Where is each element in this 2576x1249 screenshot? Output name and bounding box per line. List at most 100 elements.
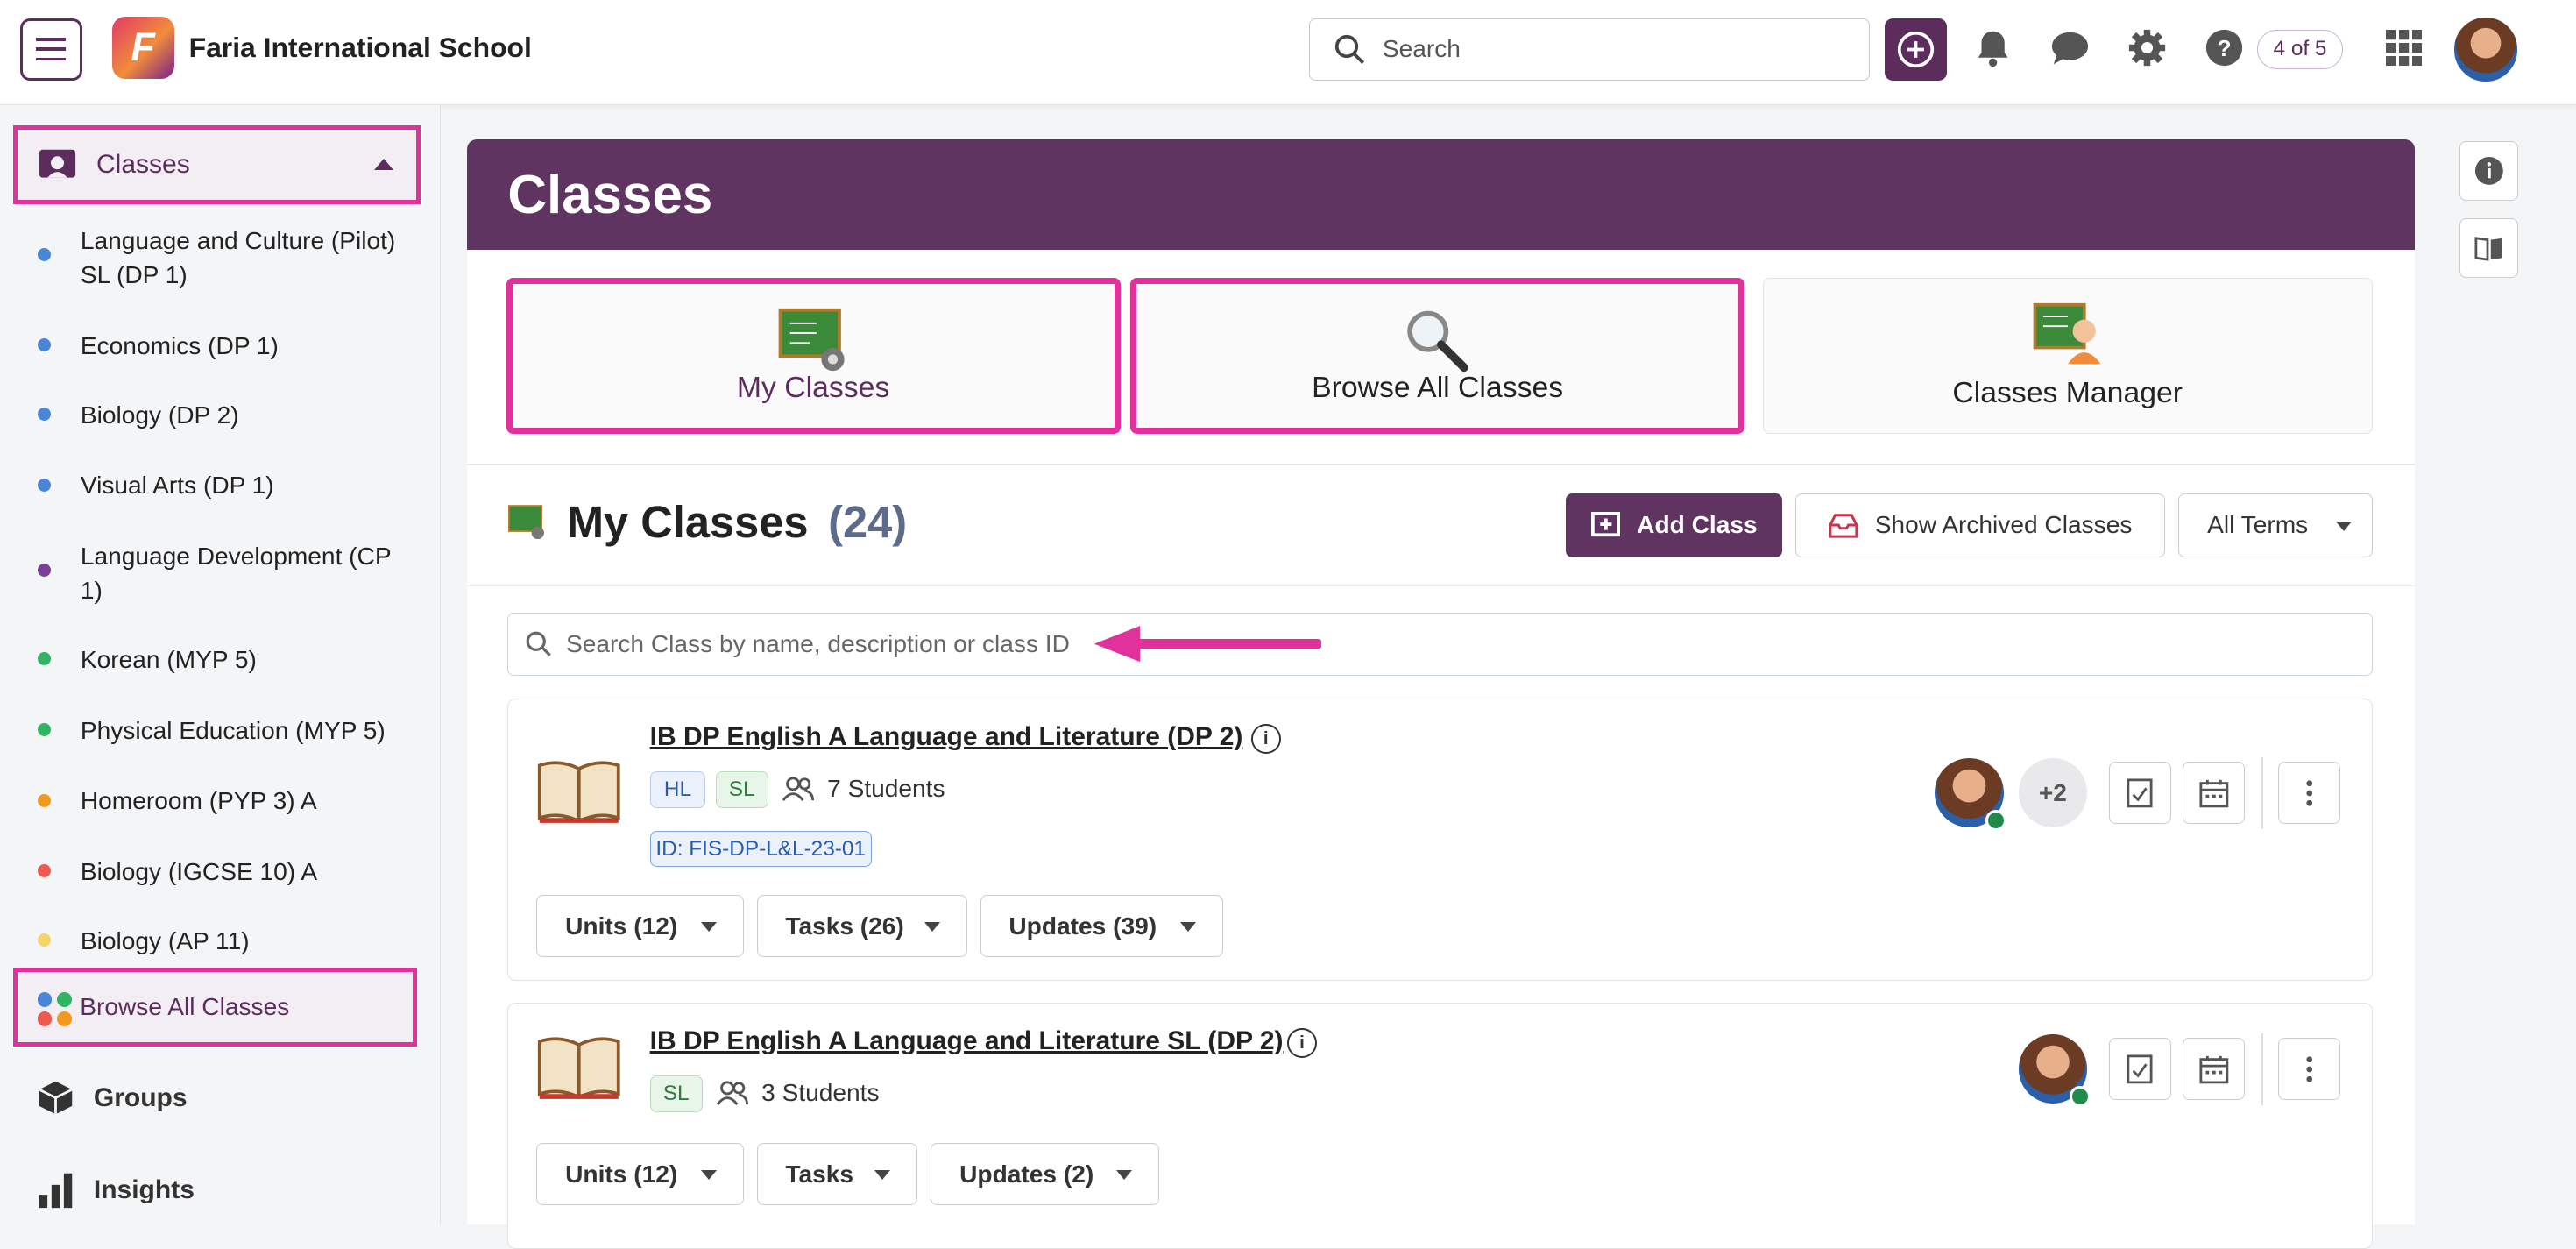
students-count: 7 Students bbox=[782, 775, 945, 803]
search-icon bbox=[526, 631, 551, 656]
terms-dropdown[interactable]: All Terms bbox=[2178, 493, 2373, 557]
sidebar-groups[interactable]: Groups bbox=[0, 1065, 428, 1131]
chat-icon[interactable] bbox=[2049, 26, 2091, 69]
units-dropdown[interactable]: Units (12) bbox=[536, 895, 744, 958]
students-label: 7 Students bbox=[827, 775, 945, 803]
caret-down-icon bbox=[874, 1170, 891, 1180]
class-color-dot bbox=[38, 723, 52, 736]
caret-down-icon bbox=[700, 1170, 717, 1180]
sidebar-class-label: Physical Education (MYP 5) bbox=[80, 716, 386, 744]
class-color-dot bbox=[38, 338, 52, 352]
checklist-icon bbox=[2127, 778, 2153, 808]
class-name-link[interactable]: IB DP English A Language and Literature … bbox=[650, 1026, 1284, 1056]
sidebar-insights[interactable]: Insights bbox=[0, 1157, 428, 1223]
classroom-board-icon bbox=[508, 505, 545, 540]
school-logo[interactable]: F bbox=[111, 16, 174, 79]
class-color-dot bbox=[38, 652, 52, 666]
classes-icon bbox=[39, 149, 75, 178]
add-class-button[interactable]: Add Class bbox=[1565, 493, 1783, 557]
updates-dropdown[interactable]: Updates (39) bbox=[980, 895, 1223, 958]
checklist-icon bbox=[2127, 1054, 2153, 1084]
menu-icon[interactable] bbox=[19, 18, 82, 81]
gradebook-button[interactable] bbox=[2108, 762, 2171, 825]
info-icon[interactable]: i bbox=[1287, 1027, 1317, 1058]
main-body: My Classes Browse All Classes Classes Ma… bbox=[466, 250, 2416, 1249]
sidebar-class-label: Language Development (CP 1) bbox=[80, 543, 392, 605]
more-teachers-badge[interactable]: +2 bbox=[2018, 758, 2088, 828]
caret-down-icon bbox=[2336, 522, 2352, 532]
tasks-label: Tasks (26) bbox=[785, 912, 904, 940]
users-icon bbox=[716, 1081, 748, 1106]
info-panel-button[interactable] bbox=[2459, 141, 2519, 201]
students-label: 3 Students bbox=[761, 1079, 880, 1106]
units-label: Units (12) bbox=[565, 1160, 678, 1188]
bar-chart-icon bbox=[39, 1173, 73, 1209]
caret-down-icon bbox=[700, 922, 717, 932]
sidebar-browse-all-classes[interactable]: Browse All Classes bbox=[13, 968, 418, 1047]
browse-all-label: Browse All Classes bbox=[80, 993, 290, 1021]
classes-manager-tile[interactable]: Classes Manager bbox=[1762, 277, 2373, 434]
sidebar-classes-header[interactable]: Classes bbox=[13, 124, 421, 204]
kebab-menu-icon bbox=[2306, 1056, 2312, 1082]
show-archived-button[interactable]: Show Archived Classes bbox=[1795, 493, 2166, 557]
divider bbox=[466, 585, 2416, 587]
book-icon bbox=[538, 1037, 620, 1099]
calendar-button[interactable] bbox=[2183, 1038, 2246, 1101]
gear-icon[interactable] bbox=[2126, 26, 2169, 69]
caret-down-icon bbox=[1180, 922, 1196, 932]
class-color-dot bbox=[38, 408, 52, 421]
divider bbox=[466, 463, 2416, 465]
my-classes-tile[interactable]: My Classes bbox=[506, 277, 1121, 434]
info-icon[interactable]: i bbox=[1250, 724, 1281, 754]
tasks-dropdown[interactable]: Tasks bbox=[756, 1143, 918, 1206]
add-class-label: Add Class bbox=[1637, 511, 1758, 539]
calendar-icon bbox=[2199, 779, 2229, 808]
more-options-button[interactable] bbox=[2277, 1038, 2340, 1101]
my-classes-tile-label: My Classes bbox=[736, 370, 890, 404]
updates-dropdown[interactable]: Updates (2) bbox=[931, 1143, 1159, 1206]
annotation-arrow-icon bbox=[1093, 626, 1321, 663]
calendar-button[interactable] bbox=[2183, 762, 2246, 825]
help-icon[interactable]: ? bbox=[2203, 26, 2246, 69]
class-name-link[interactable]: IB DP English A Language and Literature … bbox=[650, 722, 1243, 752]
sidebar-class-label: Biology (AP 11) bbox=[80, 926, 250, 954]
global-search-input[interactable]: Search bbox=[1309, 18, 1870, 81]
more-options-button[interactable] bbox=[2277, 762, 2340, 825]
create-button[interactable] bbox=[1884, 18, 1947, 81]
svg-text:?: ? bbox=[2218, 35, 2232, 61]
classes-manager-tile-label: Classes Manager bbox=[1952, 375, 2183, 409]
class-color-dot bbox=[38, 933, 52, 947]
teacher-avatar[interactable] bbox=[1934, 758, 2007, 831]
tasks-dropdown[interactable]: Tasks (26) bbox=[756, 895, 967, 958]
tasks-label: Tasks bbox=[785, 1160, 853, 1188]
apps-grid-icon[interactable] bbox=[2382, 26, 2425, 69]
class-search-input[interactable]: Search Class by name, description or cla… bbox=[507, 613, 2373, 676]
tag-hl: HL bbox=[649, 771, 706, 808]
info-icon bbox=[2474, 157, 2503, 185]
users-icon bbox=[782, 777, 814, 802]
classroom-manager-icon bbox=[2033, 303, 2101, 365]
page-counter-badge[interactable]: 4 of 5 bbox=[2257, 29, 2343, 69]
school-name[interactable]: Faria International School bbox=[189, 32, 532, 64]
units-dropdown[interactable]: Units (12) bbox=[536, 1143, 744, 1206]
sidebar-class-label: Biology (DP 2) bbox=[80, 401, 239, 429]
show-archived-label: Show Archived Classes bbox=[1874, 511, 2133, 539]
class-color-dot bbox=[38, 478, 52, 492]
browse-all-classes-tile[interactable]: Browse All Classes bbox=[1130, 277, 1745, 434]
bell-icon[interactable] bbox=[1971, 26, 2014, 69]
updates-label: Updates (39) bbox=[1008, 912, 1157, 940]
sidebar-section-label: Classes bbox=[96, 149, 190, 179]
caret-down-icon bbox=[1115, 1170, 1132, 1180]
chevron-up-icon bbox=[373, 159, 393, 171]
plus-circle-icon bbox=[1897, 31, 1934, 67]
guide-button[interactable] bbox=[2459, 218, 2519, 278]
gradebook-button[interactable] bbox=[2108, 1038, 2171, 1101]
groups-label: Groups bbox=[93, 1082, 188, 1112]
search-placeholder: Search bbox=[1382, 35, 1461, 63]
class-color-dot bbox=[38, 793, 52, 807]
sidebar-class-label: Homeroom (PYP 3) A bbox=[80, 787, 317, 815]
teacher-avatar[interactable] bbox=[2018, 1034, 2091, 1107]
top-bar: F Faria International School Search ? 4 … bbox=[0, 0, 2576, 105]
user-avatar[interactable] bbox=[2451, 14, 2521, 84]
section-title: My Classes bbox=[566, 497, 809, 548]
